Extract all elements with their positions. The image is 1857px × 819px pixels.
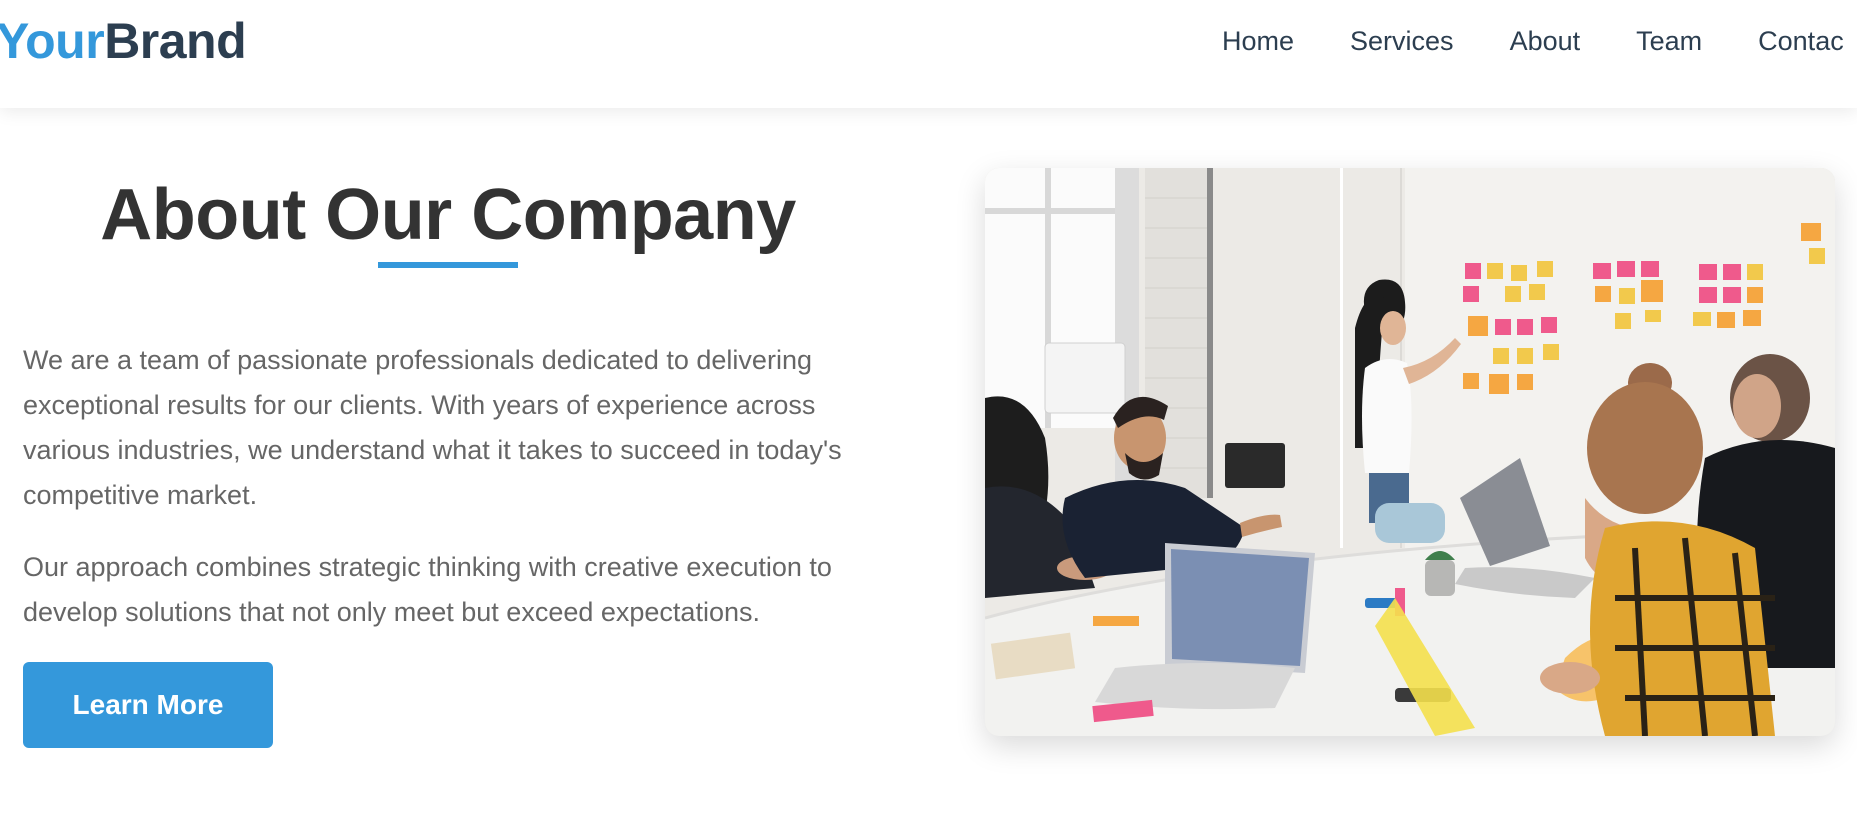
learn-more-button[interactable]: Learn More [23, 662, 273, 748]
team-meeting-image [985, 168, 1835, 736]
site-header: YourBrand Home Services About Team Conta… [0, 0, 1857, 108]
logo-part-brand: Brand [104, 13, 247, 69]
brand-logo[interactable]: YourBrand [0, 10, 247, 72]
nav-link-home[interactable]: Home [1222, 20, 1294, 62]
about-paragraph-1: We are a team of passionate professional… [23, 345, 842, 510]
nav-link-team[interactable]: Team [1636, 20, 1702, 62]
logo-part-your: Your [0, 13, 105, 69]
nav-link-about[interactable]: About [1510, 20, 1581, 62]
page: YourBrand Home Services About Team Conta… [0, 0, 1857, 819]
nav-link-services[interactable]: Services [1350, 20, 1454, 62]
nav-link-contact[interactable]: Contac [1758, 20, 1844, 62]
page-title: About Our Company [100, 175, 796, 255]
team-meeting-illustration [985, 168, 1835, 736]
title-underline [378, 262, 518, 268]
about-paragraph-2: Our approach combines strategic thinking… [23, 552, 832, 627]
main-nav: Home Services About Team Contac [1222, 20, 1857, 62]
